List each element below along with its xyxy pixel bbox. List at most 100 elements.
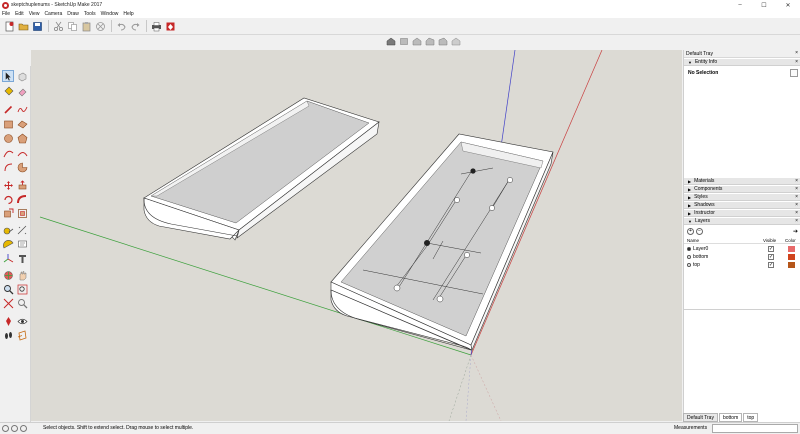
panel-close-icon[interactable]: ×	[795, 210, 798, 216]
paint-bucket-tool[interactable]	[2, 85, 14, 97]
visible-checkbox[interactable]: ✓	[768, 254, 774, 260]
freehand-tool[interactable]	[16, 103, 28, 115]
menu-draw[interactable]: Draw	[67, 11, 79, 17]
layer-color-swatch[interactable]	[788, 246, 795, 252]
left-view-button[interactable]	[450, 37, 461, 47]
look-around-tool[interactable]	[16, 315, 28, 327]
section-plane-tool[interactable]	[16, 329, 28, 341]
line-tool[interactable]	[2, 103, 14, 115]
save-button[interactable]	[31, 20, 43, 32]
iso-view-button[interactable]	[385, 37, 396, 47]
tab-bottom[interactable]: bottom	[718, 413, 743, 422]
new-file-button[interactable]	[3, 20, 15, 32]
panel-close-icon[interactable]: ×	[795, 202, 798, 208]
tab-default-tray[interactable]: Default Tray	[683, 413, 718, 422]
entity-swatch[interactable]	[790, 69, 798, 77]
follow-me-tool[interactable]	[16, 193, 28, 205]
component-tool[interactable]	[16, 70, 28, 82]
eraser-tool[interactable]	[16, 85, 28, 97]
layer-details-icon[interactable]: ➔	[793, 228, 798, 235]
open-file-button[interactable]	[17, 20, 29, 32]
active-layer-radio[interactable]	[687, 263, 691, 267]
layer-row[interactable]: Layer0 ✓	[684, 246, 800, 253]
menu-help[interactable]: Help	[123, 11, 133, 17]
layer-row[interactable]: bottom ✓	[684, 254, 800, 261]
three-point-arc-tool[interactable]	[2, 161, 14, 173]
panel-close-icon[interactable]: ×	[795, 218, 798, 224]
maximize-button[interactable]: ☐	[752, 0, 776, 10]
undo-button[interactable]	[115, 20, 127, 32]
protractor-tool[interactable]	[2, 238, 14, 250]
tab-top[interactable]: top	[743, 413, 759, 422]
top-view-button[interactable]	[398, 37, 409, 47]
tray-top[interactable]	[143, 97, 380, 241]
rotated-rectangle-tool[interactable]	[16, 118, 28, 130]
paste-button[interactable]	[80, 20, 92, 32]
active-layer-radio[interactable]	[687, 247, 691, 251]
measurements-input[interactable]	[712, 424, 798, 433]
model-info-button[interactable]	[164, 20, 176, 32]
entity-info-header[interactable]: ▼ Entity Info ×	[684, 59, 800, 66]
position-camera-tool[interactable]	[2, 315, 14, 327]
previous-view-tool[interactable]	[16, 297, 28, 309]
rotate-tool[interactable]	[2, 193, 14, 205]
instructor-toggle-icon[interactable]	[20, 425, 27, 432]
menu-view[interactable]: View	[29, 11, 40, 17]
components-header[interactable]: ▶ Components ×	[684, 186, 800, 193]
menu-camera[interactable]: Camera	[44, 11, 62, 17]
move-tool[interactable]	[2, 179, 14, 191]
erase-button[interactable]	[94, 20, 106, 32]
panel-close-icon[interactable]: ×	[795, 194, 798, 200]
tray-close-icon[interactable]: ×	[795, 50, 798, 56]
circle-tool[interactable]	[2, 132, 14, 144]
active-layer-radio[interactable]	[687, 255, 691, 259]
zoom-tool[interactable]	[2, 283, 14, 295]
menu-edit[interactable]: Edit	[15, 11, 24, 17]
geolocation-icon[interactable]	[2, 425, 9, 432]
back-view-button[interactable]	[437, 37, 448, 47]
scale-tool[interactable]	[2, 207, 14, 219]
polygon-tool[interactable]	[16, 132, 28, 144]
right-view-button[interactable]	[424, 37, 435, 47]
zoom-window-tool[interactable]	[16, 283, 28, 295]
redo-button[interactable]	[129, 20, 141, 32]
tape-measure-tool[interactable]	[2, 224, 14, 236]
panel-close-icon[interactable]: ×	[795, 59, 798, 65]
zoom-extents-tool[interactable]	[2, 297, 14, 309]
pie-tool[interactable]	[16, 161, 28, 173]
panel-close-icon[interactable]: ×	[795, 178, 798, 184]
styles-header[interactable]: ▶ Styles ×	[684, 194, 800, 201]
layer-color-swatch[interactable]	[788, 262, 795, 268]
visible-checkbox[interactable]: ✓	[768, 262, 774, 268]
model-viewport[interactable]	[31, 50, 682, 421]
model-canvas[interactable]	[31, 50, 682, 421]
layer-name[interactable]: Layer0	[693, 246, 708, 252]
menu-tools[interactable]: Tools	[84, 11, 96, 17]
menu-window[interactable]: Window	[101, 11, 119, 17]
layers-header[interactable]: ▼ Layers ×	[684, 218, 800, 225]
panel-close-icon[interactable]: ×	[795, 186, 798, 192]
copy-button[interactable]	[66, 20, 78, 32]
print-button[interactable]	[150, 20, 162, 32]
visible-checkbox[interactable]: ✓	[768, 246, 774, 252]
front-view-button[interactable]	[411, 37, 422, 47]
select-tool[interactable]	[2, 70, 14, 82]
offset-tool[interactable]	[16, 207, 28, 219]
delete-layer-icon[interactable]: −	[696, 228, 703, 235]
3d-text-tool[interactable]	[16, 252, 28, 264]
arc-tool[interactable]	[2, 147, 14, 159]
menu-file[interactable]: File	[2, 11, 10, 17]
pan-tool[interactable]	[16, 269, 28, 281]
materials-header[interactable]: ▶ Materials ×	[684, 178, 800, 185]
two-point-arc-tool[interactable]	[16, 147, 28, 159]
axes-tool[interactable]	[2, 252, 14, 264]
close-button[interactable]: ✕	[776, 0, 800, 10]
add-layer-icon[interactable]: +	[687, 228, 694, 235]
push-pull-tool[interactable]	[16, 179, 28, 191]
minimize-button[interactable]: –	[728, 0, 752, 10]
layer-color-swatch[interactable]	[788, 254, 795, 260]
rectangle-tool[interactable]	[2, 118, 14, 130]
instructor-header[interactable]: ▶ Instructor ×	[684, 210, 800, 217]
dimension-tool[interactable]	[16, 224, 28, 236]
layer-name[interactable]: top	[693, 262, 700, 268]
